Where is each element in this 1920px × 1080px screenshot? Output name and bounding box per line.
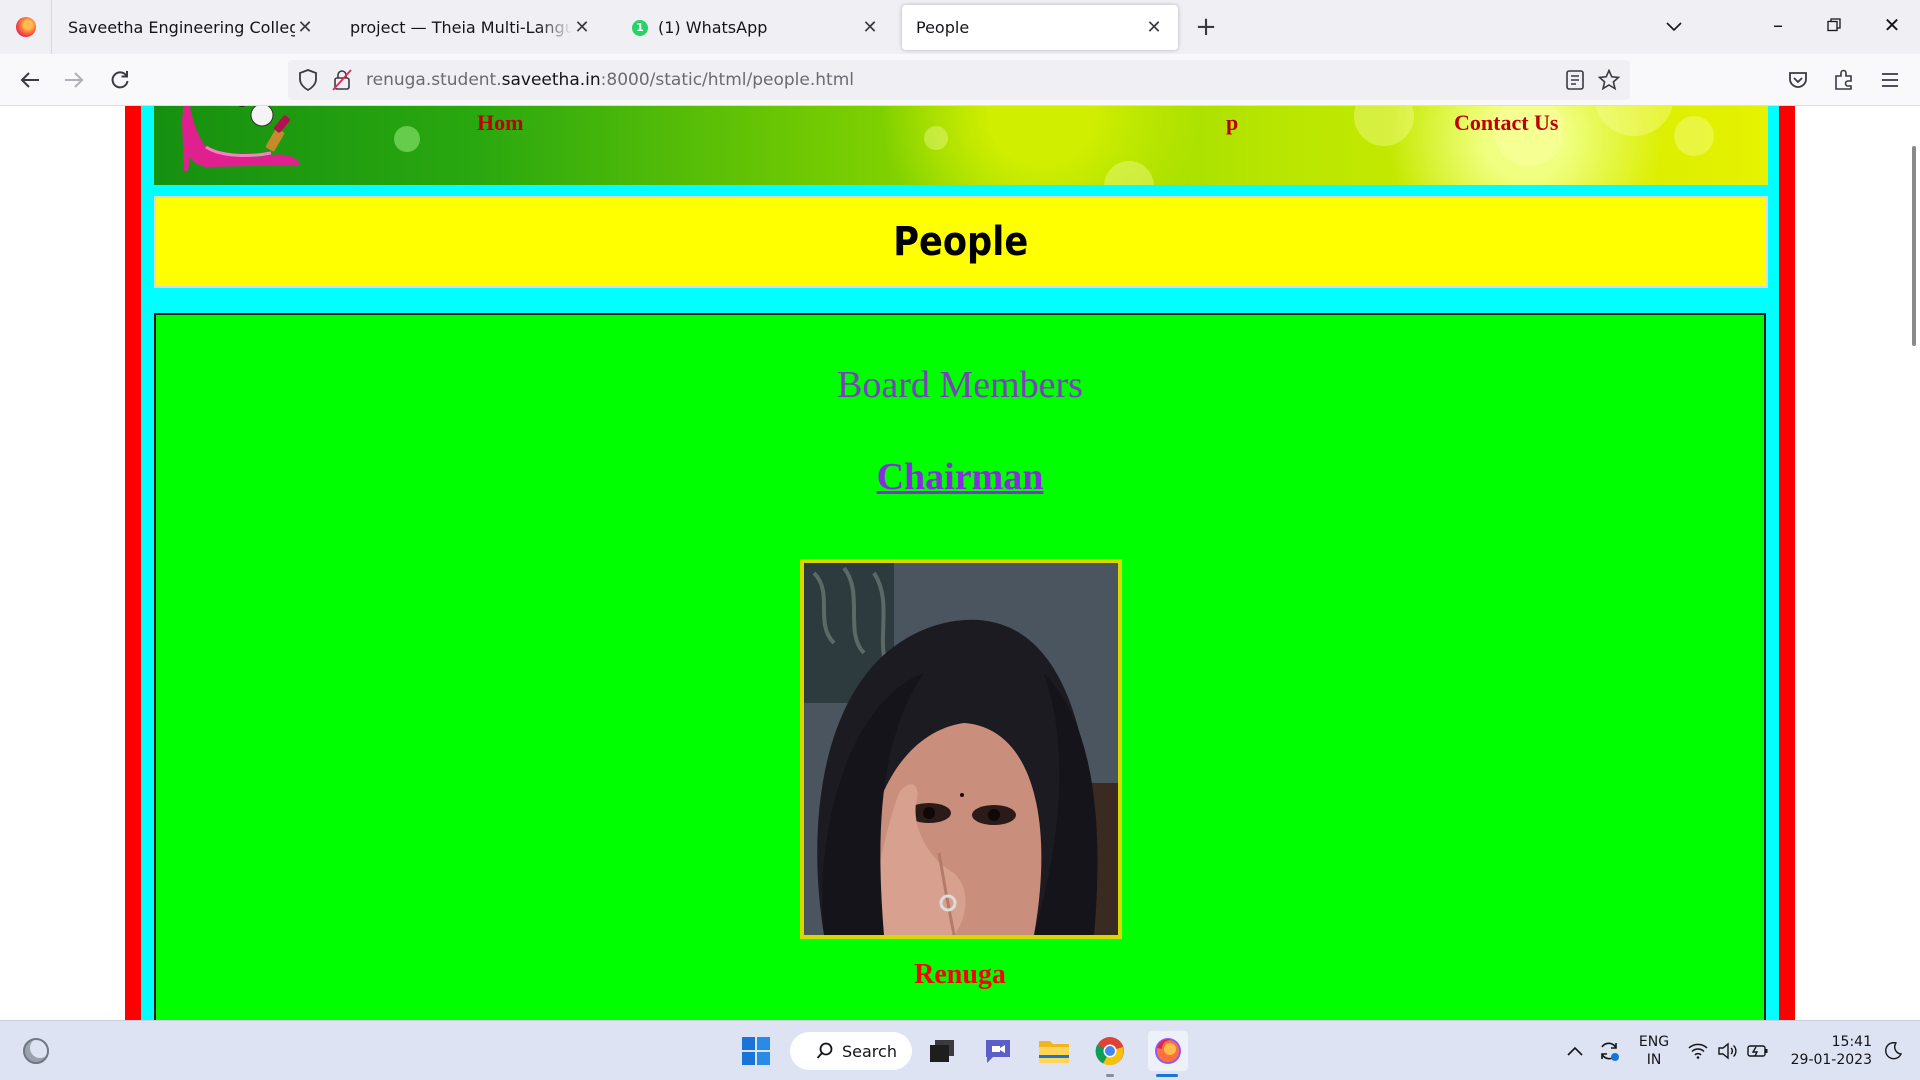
section-title: Board Members — [837, 364, 1083, 406]
hamburger-menu-icon[interactable] — [1874, 64, 1906, 96]
close-icon[interactable]: ✕ — [1144, 17, 1164, 38]
teams-chat-icon[interactable] — [980, 1033, 1016, 1069]
weather-widget-icon[interactable] — [18, 1033, 54, 1069]
wifi-icon[interactable] — [1684, 1033, 1712, 1069]
clock-date: 29-01-2023 — [1790, 1052, 1872, 1068]
back-arrow-icon[interactable] — [14, 64, 46, 96]
minimize-icon[interactable]: – — [1758, 10, 1798, 40]
search-icon — [816, 1042, 833, 1059]
tab-title: project — Theia Multi-Language Ex — [350, 18, 572, 37]
bokeh-light — [394, 126, 420, 152]
header-banner: Hom p Contact Us — [154, 106, 1768, 185]
firefox-menu-button[interactable] — [0, 0, 52, 54]
windows-start-icon[interactable] — [738, 1033, 774, 1069]
url-suffix: :8000/static/html/people.html — [600, 70, 854, 90]
url-domain: saveetha.in — [501, 70, 601, 90]
whatsapp-icon: 1 — [632, 19, 648, 36]
new-tab-plus-icon[interactable]: + — [1192, 12, 1220, 42]
insecure-lock-icon[interactable] — [332, 69, 352, 95]
taskbar-search-box[interactable]: Search — [790, 1032, 912, 1070]
input-language-indicator[interactable]: ENG IN — [1634, 1033, 1674, 1069]
windows-taskbar: Search ENG IN 15:41 29-01-2023 — [0, 1020, 1920, 1080]
firefox-taskbar-icon[interactable] — [1148, 1031, 1188, 1071]
navigation-toolbar: renuga.student.saveetha.in:8000/static/h… — [0, 54, 1920, 106]
chairman-photo — [800, 559, 1122, 939]
chrome-running-indicator — [1106, 1074, 1114, 1077]
do-not-disturb-moon-icon[interactable] — [1880, 1033, 1906, 1069]
close-icon[interactable]: ✕ — [860, 17, 880, 38]
close-icon[interactable]: ✕ — [572, 17, 592, 38]
bokeh-light — [1674, 116, 1714, 156]
bokeh-light — [924, 126, 948, 150]
file-explorer-icon[interactable] — [1036, 1033, 1072, 1069]
chairman-link: Chairman — [156, 455, 1764, 499]
bookmark-star-icon[interactable] — [1597, 68, 1621, 95]
volume-icon[interactable] — [1714, 1033, 1742, 1069]
extensions-puzzle-icon[interactable] — [1828, 64, 1860, 96]
list-all-tabs-chevron-icon[interactable] — [1654, 10, 1694, 40]
page-scrollbar-thumb[interactable] — [1912, 146, 1916, 346]
restore-icon[interactable] — [1814, 10, 1854, 40]
nav-link-contact-us[interactable]: Contact Us — [1454, 110, 1559, 136]
browser-tab-bar: Saveetha Engineering College ✕ project —… — [0, 0, 1920, 54]
url-prefix: renuga.student. — [366, 70, 502, 90]
pocket-icon[interactable] — [1782, 64, 1814, 96]
chrome-icon[interactable] — [1092, 1033, 1128, 1069]
forward-arrow-icon[interactable] — [58, 64, 90, 96]
member-name: Renuga — [914, 959, 1006, 990]
show-hidden-icons-chevron-icon[interactable] — [1562, 1033, 1588, 1069]
close-window-icon[interactable]: ✕ — [1872, 10, 1912, 40]
clock-time: 15:41 — [1831, 1034, 1872, 1050]
page-viewport: Hom p Contact Us People Board Members Ch… — [0, 106, 1920, 1020]
nav-link-partial[interactable]: p — [1226, 110, 1238, 136]
bokeh-light — [1594, 106, 1674, 136]
bokeh-light — [1104, 161, 1154, 185]
language-code: ENG — [1638, 1034, 1670, 1050]
board-members-section: Board Members Chairman Renuga — [154, 313, 1766, 1020]
page-title: People — [893, 219, 1029, 265]
page-heading-box: People — [154, 196, 1768, 288]
task-view-icon[interactable] — [924, 1033, 960, 1069]
reload-icon[interactable] — [104, 64, 136, 96]
tab-title: Saveetha Engineering College — [68, 18, 295, 37]
address-bar[interactable]: renuga.student.saveetha.in:8000/static/h… — [288, 60, 1630, 100]
chairman-link-text[interactable]: Chairman — [877, 456, 1044, 498]
url-text[interactable]: renuga.student.saveetha.in:8000/static/h… — [366, 70, 854, 90]
tab-people[interactable]: People ✕ — [902, 5, 1178, 50]
tab-saveetha[interactable]: Saveetha Engineering College ✕ — [54, 5, 329, 50]
high-heel-shoe-logo — [182, 106, 300, 171]
shield-icon[interactable] — [298, 69, 318, 95]
nav-link-home[interactable]: Hom — [477, 110, 523, 136]
tab-title: (1) WhatsApp — [658, 18, 768, 37]
tab-project-theia[interactable]: project — Theia Multi-Language Ex ✕ — [336, 5, 606, 50]
close-icon[interactable]: ✕ — [295, 17, 315, 38]
firefox-icon — [15, 17, 36, 37]
firefox-active-indicator — [1156, 1074, 1178, 1077]
bokeh-light — [1354, 106, 1414, 146]
tab-whatsapp[interactable]: 1 (1) WhatsApp ✕ — [618, 5, 894, 50]
sync-icon[interactable] — [1594, 1033, 1624, 1069]
reader-view-icon[interactable] — [1566, 70, 1584, 94]
portrait-image — [804, 563, 1118, 935]
clock[interactable]: 15:41 29-01-2023 — [1784, 1033, 1872, 1069]
battery-icon[interactable] — [1744, 1033, 1772, 1069]
search-label: Search — [842, 1041, 897, 1061]
region-code: IN — [1646, 1052, 1662, 1068]
tab-title: People — [916, 18, 970, 37]
